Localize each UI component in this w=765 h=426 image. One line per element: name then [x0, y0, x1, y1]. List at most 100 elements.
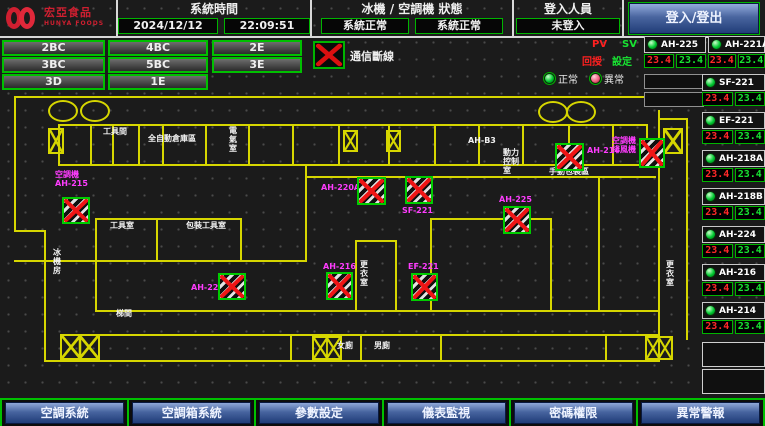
- wall: [14, 96, 646, 98]
- unit-values: 23.4 23.4: [702, 92, 765, 106]
- equipment-icon: [48, 100, 78, 122]
- room-label: 女廁: [337, 341, 357, 350]
- stair-icon: [60, 334, 100, 360]
- pv-value: 23.4: [702, 168, 733, 182]
- room-label: 更衣室: [666, 260, 678, 287]
- sv-value: 23.4: [735, 206, 765, 220]
- empty-slot: [702, 342, 765, 367]
- floor-button-2bc[interactable]: 2BC: [2, 40, 105, 56]
- system-clock-value: 22:09:51: [224, 18, 310, 34]
- unit-row-ah-225[interactable]: AH-225: [644, 36, 706, 53]
- floor-button-5bc[interactable]: 5BC: [108, 57, 208, 73]
- wall: [95, 310, 660, 312]
- pv-value: 23.4: [702, 206, 733, 220]
- elevator-icon: [663, 128, 683, 154]
- chiller-status-label: 冰機 / 空調機 狀態: [312, 1, 512, 17]
- floor-button-4bc[interactable]: 4BC: [108, 40, 208, 56]
- unit-led-icon: [705, 305, 716, 316]
- wall: [248, 124, 250, 166]
- legend-abnormal: 異常: [590, 71, 624, 86]
- unit-values: 23.4 23.4: [644, 54, 706, 68]
- ahu-marker-label: AH-220A: [321, 183, 360, 192]
- nav-password-button[interactable]: 密碼權限: [514, 402, 633, 424]
- wall: [14, 230, 46, 232]
- legend-abnormal-label: 異常: [604, 71, 624, 86]
- wall: [292, 124, 294, 166]
- login-logout-button[interactable]: 登入/登出: [629, 3, 759, 34]
- unit-values: 23.4 23.4: [702, 206, 765, 220]
- login-button-section: 登入/登出: [622, 0, 765, 36]
- comm-offline-label: 通信斷線: [350, 48, 394, 64]
- unit-led-icon: [705, 77, 716, 88]
- wall: [658, 118, 688, 120]
- sv-value: 23.4: [735, 320, 765, 334]
- empty-slot: [644, 92, 704, 107]
- wall: [95, 260, 97, 312]
- ahu-marker-exhaust[interactable]: [639, 138, 665, 168]
- unit-row-ef-221[interactable]: EF-221: [702, 112, 765, 129]
- login-label: 登入人員: [514, 1, 622, 17]
- room-label: 更衣室: [360, 260, 372, 287]
- feedback-tag: 回授: [582, 53, 602, 68]
- nav-ahu-system-button[interactable]: 空調箱系統: [132, 402, 251, 424]
- ahu-marker-ah-220a[interactable]: [357, 177, 386, 205]
- sv-value: 23.4: [735, 282, 765, 296]
- ahu-marker-ah-225[interactable]: [503, 206, 531, 234]
- ahu-marker-ah-216[interactable]: [326, 272, 353, 300]
- stair-icon: [386, 130, 401, 152]
- ahu-marker-label: AH-216: [323, 262, 356, 271]
- system-date-value: 2024/12/12: [118, 18, 218, 34]
- ahu-marker-ah-215[interactable]: [62, 197, 90, 224]
- ahu-marker-ah-224[interactable]: [218, 273, 246, 300]
- setpoint-tag: 設定: [612, 53, 632, 68]
- nav-parameter-button[interactable]: 參數設定: [259, 402, 378, 424]
- brand-logo: 宏亞食品 HUNYA FOODS: [0, 0, 116, 36]
- wall: [156, 218, 158, 260]
- ahu-marker-ah-214[interactable]: [555, 143, 584, 171]
- room-label: 電氣室: [229, 126, 239, 153]
- wall: [58, 124, 648, 126]
- wall: [440, 334, 442, 360]
- unit-row-ah-214[interactable]: AH-214: [702, 302, 765, 319]
- floor-button-3e[interactable]: 3E: [212, 57, 302, 73]
- ahu-marker-label: SF-221: [402, 206, 433, 215]
- floor-button-2e[interactable]: 2E: [212, 40, 302, 56]
- sv-value: 23.4: [735, 130, 765, 144]
- stair-icon: [645, 336, 673, 360]
- nav-ac-system-button[interactable]: 空調系統: [5, 402, 124, 424]
- unit-row-sf-221[interactable]: SF-221: [702, 74, 765, 91]
- equipment-icon: [80, 100, 110, 122]
- nav-meter-button[interactable]: 儀表監視: [387, 402, 506, 424]
- unit-row-ah-218a[interactable]: AH-218A: [702, 150, 765, 167]
- brand-name: 宏亞食品: [44, 7, 104, 18]
- legend-normal-label: 正常: [558, 71, 578, 86]
- comm-offline-icon: [313, 41, 345, 69]
- stair-icon: [343, 130, 358, 152]
- unit-row-ah-218b[interactable]: AH-218B: [702, 188, 765, 205]
- chiller-status-value: 系統正常: [321, 18, 409, 34]
- ahu-marker-label: 空調機AH-215: [55, 170, 88, 188]
- unit-led-icon: [647, 39, 658, 50]
- room-label: 冰機房: [53, 248, 65, 275]
- wall: [686, 118, 688, 340]
- sv-tag: SV: [622, 39, 637, 50]
- wall: [138, 124, 140, 166]
- ahu-marker-label: 空調機排風機: [612, 136, 636, 154]
- ahu-marker-sf-221[interactable]: [405, 176, 433, 204]
- unit-row-ah-224[interactable]: AH-224: [702, 226, 765, 243]
- unit-values: 23.4 23.4: [702, 282, 765, 296]
- empty-slot: [644, 74, 704, 89]
- floor-button-3bc[interactable]: 3BC: [2, 57, 105, 73]
- nav-alarm-button[interactable]: 異常警報: [641, 402, 760, 424]
- unit-led-icon: [705, 191, 716, 202]
- ahu-marker-ef-221[interactable]: [411, 273, 438, 301]
- room-label: 全自動倉庫區: [148, 134, 198, 143]
- unit-row-ah-216[interactable]: AH-216: [702, 264, 765, 281]
- brand-name-en: HUNYA FOODS: [44, 18, 104, 29]
- ahu-marker-label: EF-221: [408, 262, 439, 271]
- room-label: 男廁: [374, 341, 394, 350]
- wall: [338, 124, 340, 166]
- pv-tag: PV: [592, 39, 607, 50]
- unit-row-ah-221a[interactable]: AH-221A: [708, 36, 765, 53]
- wall: [355, 240, 397, 242]
